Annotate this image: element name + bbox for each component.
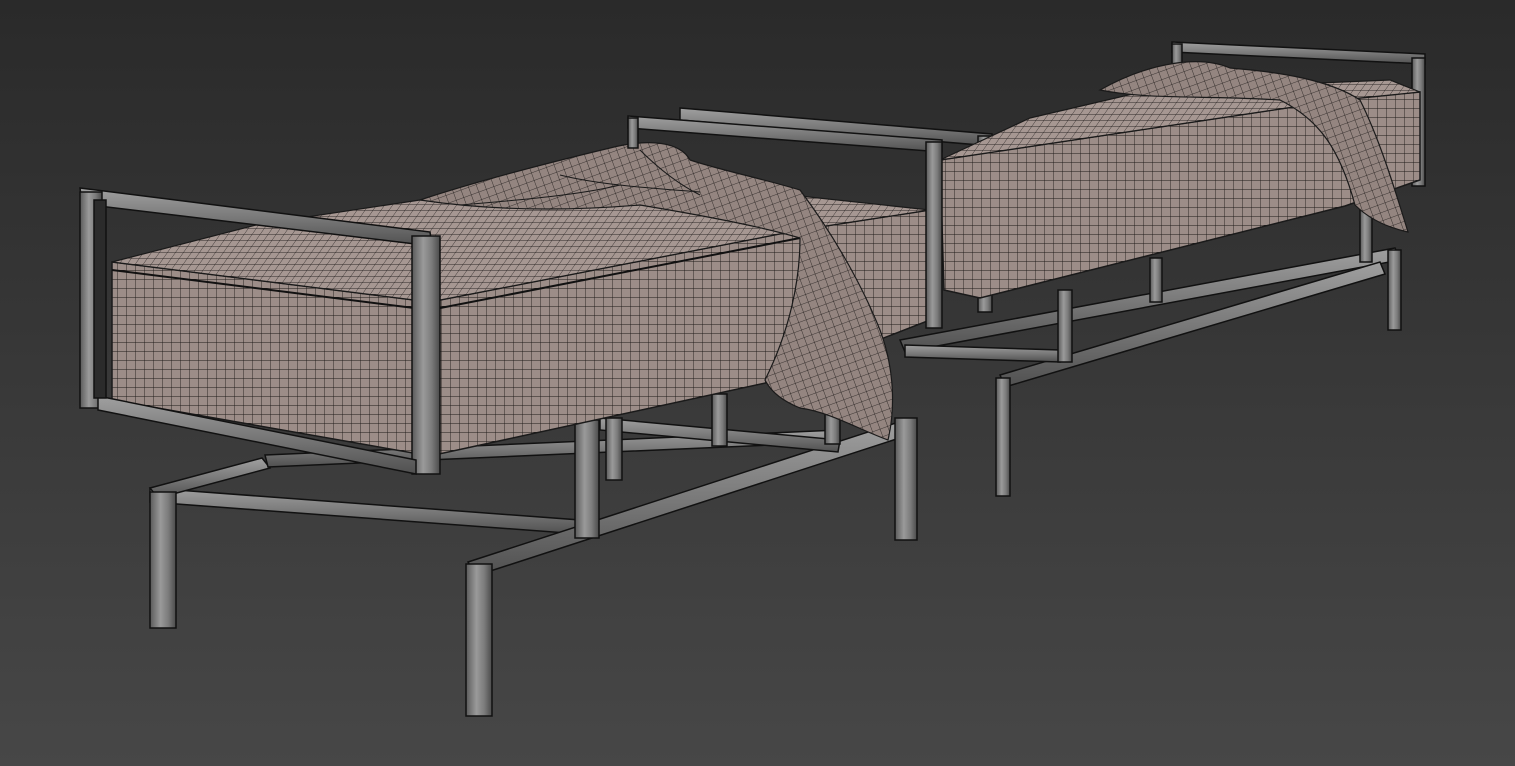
3d-viewport[interactable] (0, 0, 1515, 766)
bed-left (79, 115, 943, 717)
scene-render (79, 41, 1426, 717)
